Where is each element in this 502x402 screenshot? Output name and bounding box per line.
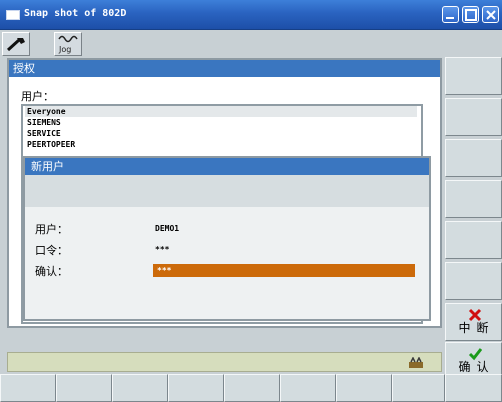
close-icon[interactable] bbox=[482, 6, 499, 23]
window-title: Snap shot of 802D bbox=[24, 8, 127, 19]
softkey-2[interactable] bbox=[445, 98, 502, 136]
bottom-softkey-8[interactable] bbox=[392, 374, 445, 402]
softkey-4[interactable] bbox=[445, 180, 502, 218]
list-item[interactable]: SIEMENS bbox=[25, 117, 417, 128]
new-user-dialog-title: 新用户 bbox=[25, 158, 429, 175]
password-field[interactable]: *** bbox=[155, 245, 169, 254]
list-item[interactable]: SERVICE bbox=[25, 128, 417, 139]
wrench-icon[interactable] bbox=[2, 32, 30, 56]
softkey-1[interactable] bbox=[445, 57, 502, 95]
user-field-label: 用户： bbox=[35, 223, 68, 236]
ok-label: 确认 bbox=[458, 360, 495, 374]
list-item[interactable]: PEERTOPEER bbox=[25, 139, 417, 150]
list-item[interactable]: Everyone bbox=[25, 106, 417, 117]
softkey-6[interactable] bbox=[445, 262, 502, 300]
status-machine-icon bbox=[409, 357, 423, 368]
softkey-5[interactable] bbox=[445, 221, 502, 259]
cancel-label: 中断 bbox=[458, 321, 495, 335]
new-user-info-band bbox=[25, 175, 429, 207]
user-field[interactable]: DEMO1 bbox=[155, 224, 179, 233]
softkey-3[interactable] bbox=[445, 139, 502, 177]
bottom-softkey-4[interactable] bbox=[168, 374, 224, 402]
new-user-dialog: 新用户 用户： DEMO1 口令： *** 确认： *** bbox=[23, 156, 431, 321]
bottom-softkey-1[interactable] bbox=[0, 374, 56, 402]
user-list-label: 用户： bbox=[21, 90, 54, 103]
bottom-softkey-6[interactable] bbox=[280, 374, 336, 402]
window-titlebar: Snap shot of 802D bbox=[0, 0, 502, 30]
bottom-softkey-2[interactable] bbox=[56, 374, 112, 402]
bottom-softkey-3[interactable] bbox=[112, 374, 168, 402]
auth-dialog-title: 授权 bbox=[9, 60, 440, 77]
confirm-field-label: 确认： bbox=[35, 265, 68, 278]
bottom-softkey-7[interactable] bbox=[336, 374, 392, 402]
status-bar bbox=[7, 352, 442, 372]
minimize-icon[interactable] bbox=[442, 6, 459, 23]
bottom-softkey-5[interactable] bbox=[224, 374, 280, 402]
toolbar: Jog bbox=[0, 30, 502, 58]
password-field-label: 口令： bbox=[35, 244, 68, 257]
jog-icon[interactable]: Jog bbox=[54, 32, 82, 56]
maximize-icon[interactable] bbox=[462, 6, 479, 23]
window-icon bbox=[6, 10, 20, 20]
confirm-password-field[interactable]: *** bbox=[153, 264, 415, 277]
jog-label: Jog bbox=[59, 45, 72, 54]
bottom-softkey-9[interactable] bbox=[445, 374, 502, 402]
cancel-button[interactable]: 中断 bbox=[445, 303, 502, 341]
